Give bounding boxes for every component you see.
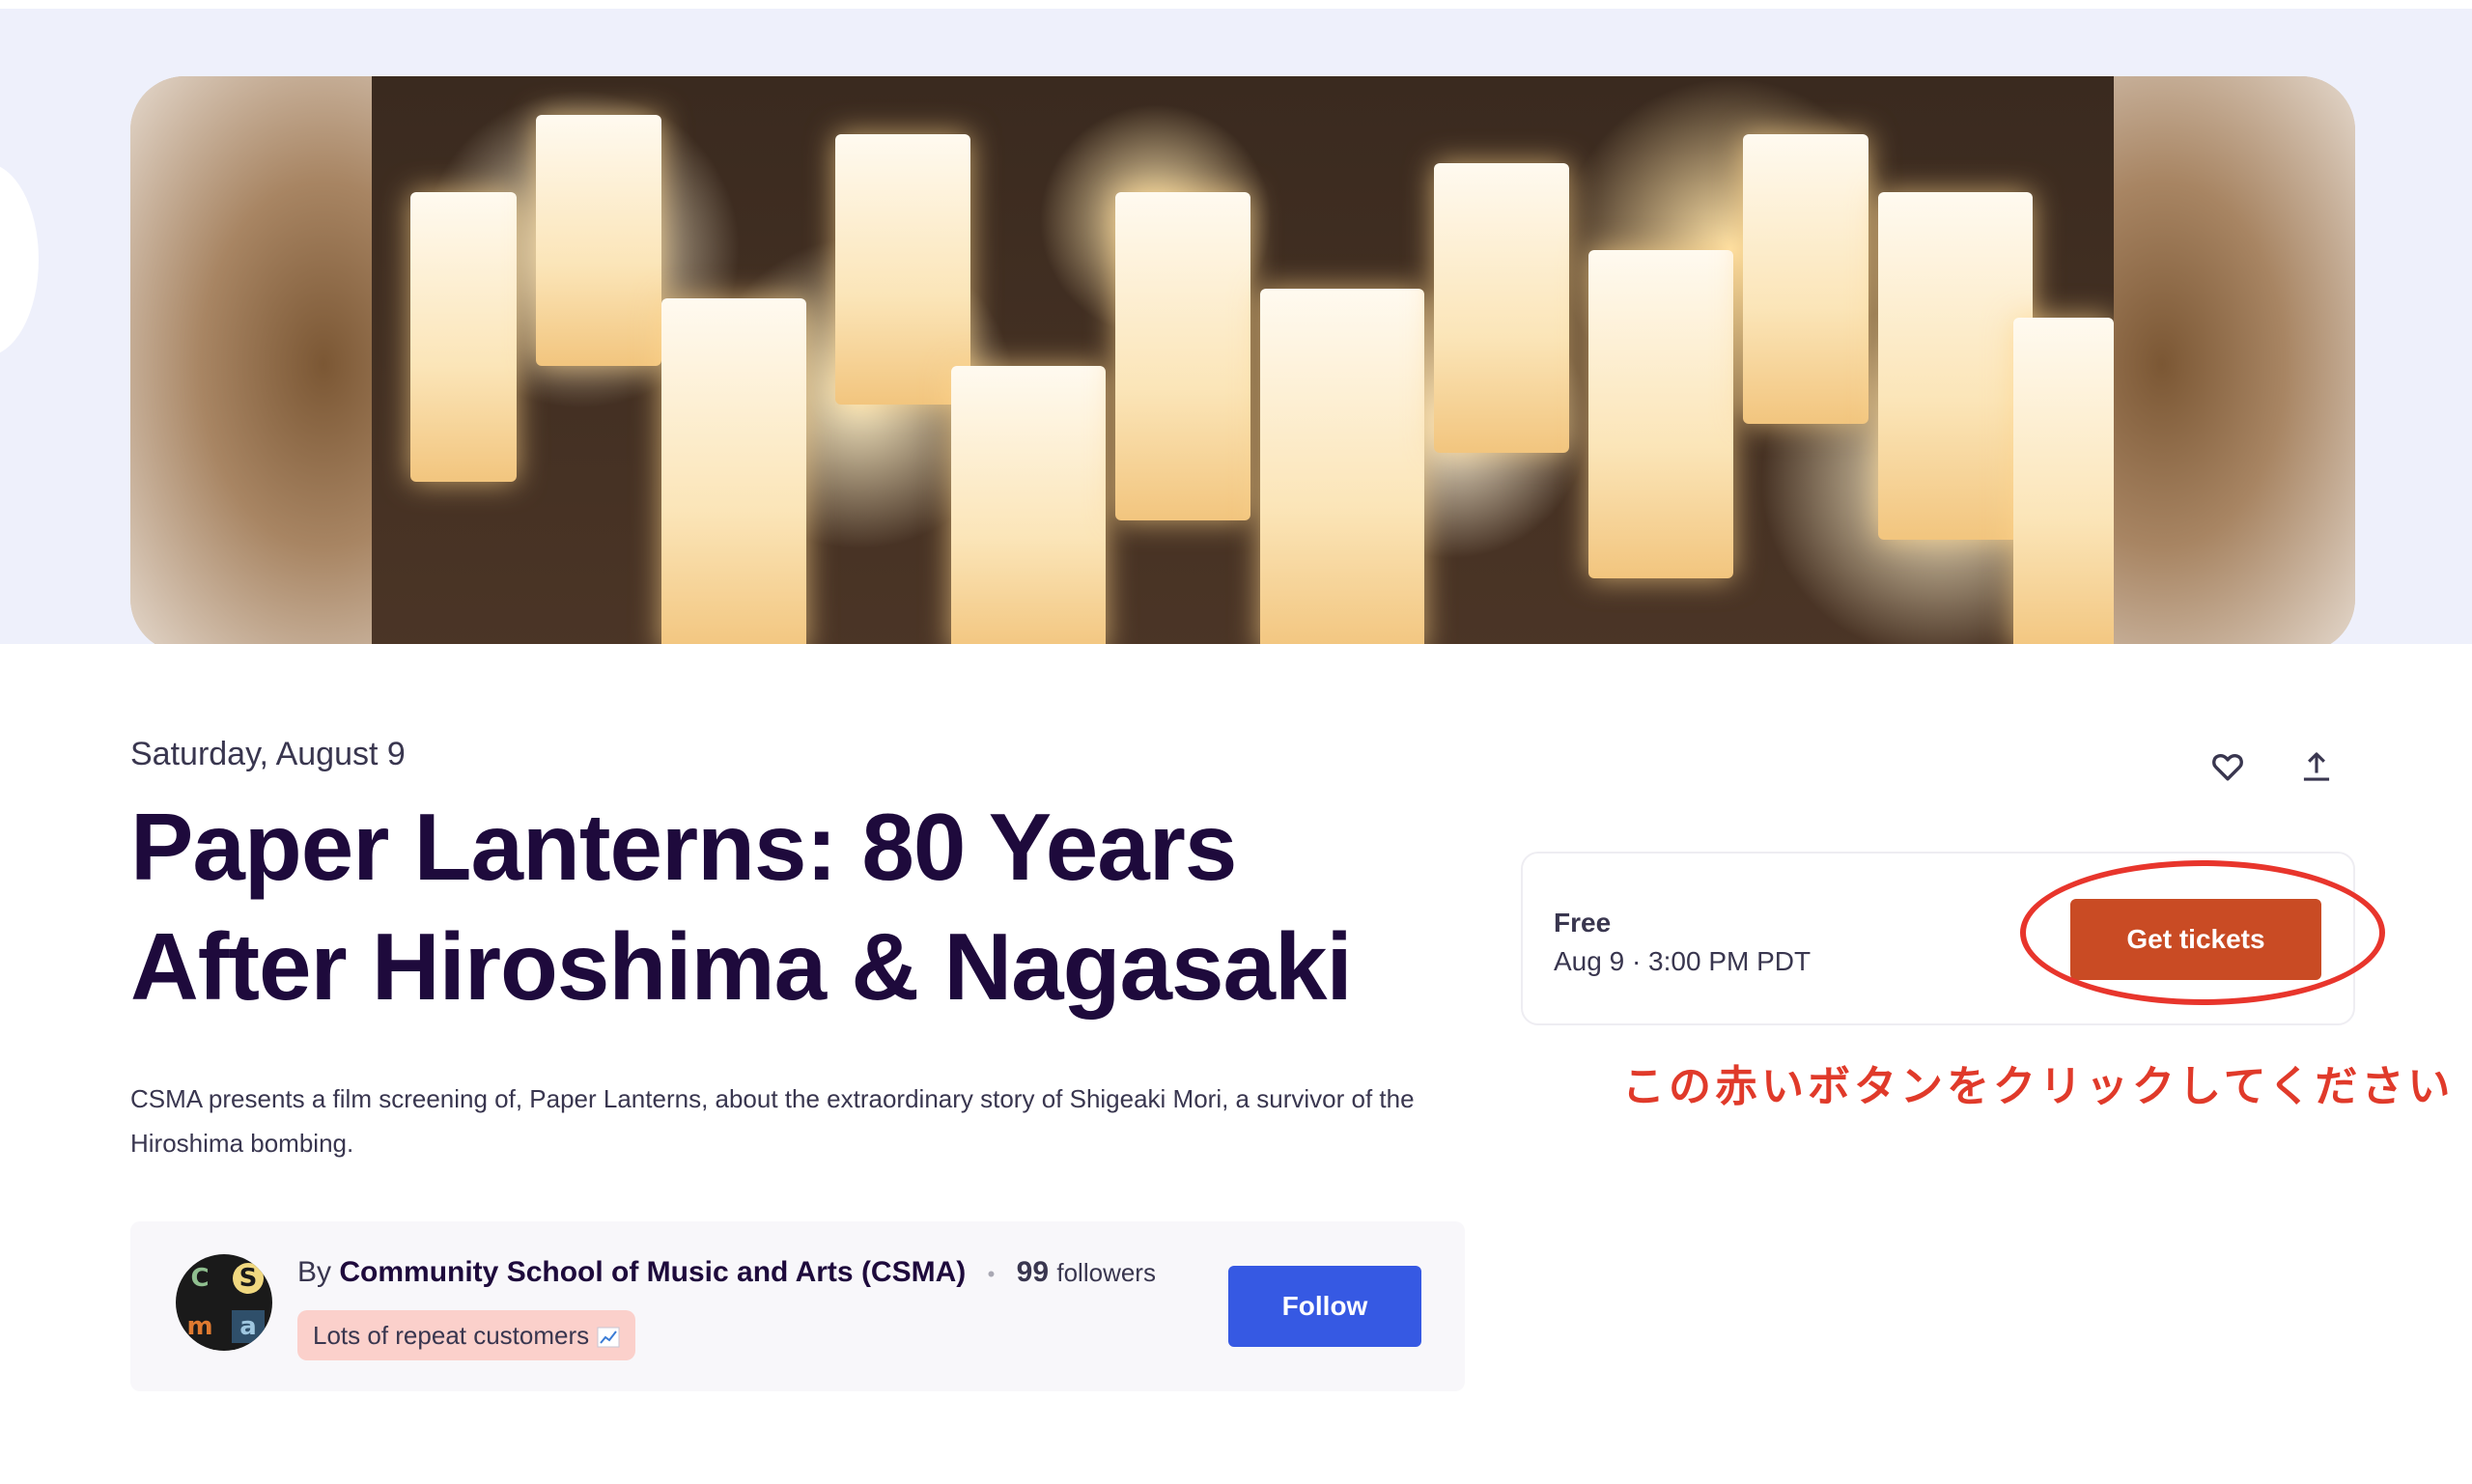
hero-blur-right	[2114, 76, 2355, 644]
lantern-shape	[835, 134, 970, 405]
lantern-shape	[1434, 163, 1569, 453]
lantern-shape	[1878, 192, 2033, 540]
lantern-shape	[951, 366, 1106, 644]
annotation-text: この赤いボタンをクリックしてください	[1622, 1062, 2455, 1111]
like-button[interactable]	[2197, 736, 2259, 798]
share-upload-icon	[2303, 752, 2330, 781]
lantern-shape	[1260, 289, 1424, 644]
top-strip	[0, 0, 2472, 9]
share-button[interactable]	[2286, 736, 2347, 798]
lantern-shape	[1588, 250, 1733, 578]
avatar-letter: a	[232, 1310, 265, 1343]
lantern-shape	[1115, 192, 1250, 520]
organizer-card: C S m a By Community School of Music and…	[130, 1221, 1465, 1391]
event-date: Saturday, August 9	[130, 736, 406, 772]
event-title: Paper Lanterns: 80 Years After Hiroshima…	[130, 794, 1353, 1020]
organizer-avatar[interactable]: C S m a	[176, 1254, 272, 1351]
heart-icon	[2212, 753, 2243, 781]
lantern-shape	[1743, 134, 1868, 424]
follow-button[interactable]: Follow	[1228, 1266, 1421, 1347]
ticket-datetime: Aug 9 · 3:00 PM PDT	[1554, 946, 1812, 976]
event-summary: CSMA presents a film screening of, Paper…	[130, 1084, 1415, 1158]
hero-image	[130, 76, 2355, 644]
lantern-shape	[661, 298, 806, 644]
lantern-shape	[2013, 318, 2114, 644]
avatar-letter: C	[190, 1264, 210, 1293]
hero-photo-lanterns	[372, 76, 2114, 644]
by-prefix: By	[297, 1256, 332, 1288]
repeat-customers-badge: Lots of repeat customers	[297, 1310, 636, 1360]
hero-blur-left	[130, 76, 372, 644]
lantern-shape	[410, 192, 517, 482]
organizer-name-link[interactable]: Community School of Music and Arts (CSMA…	[339, 1256, 966, 1288]
ticket-price: Free	[1554, 908, 1612, 938]
followers-count: 99	[1016, 1256, 1050, 1288]
annotation-ellipse	[2020, 860, 2385, 1005]
hero-band	[0, 9, 2472, 644]
badge-label: Lots of repeat customers	[313, 1320, 590, 1350]
decorative-blob	[0, 163, 39, 356]
avatar-letter: m	[186, 1312, 213, 1341]
followers-label: followers	[1056, 1258, 1156, 1287]
separator-dot: •	[987, 1262, 996, 1286]
lantern-shape	[536, 115, 661, 366]
organizer-info: By Community School of Music and Arts (C…	[297, 1256, 1156, 1289]
chart-increasing-icon	[597, 1325, 620, 1348]
avatar-letter: S	[233, 1263, 264, 1294]
